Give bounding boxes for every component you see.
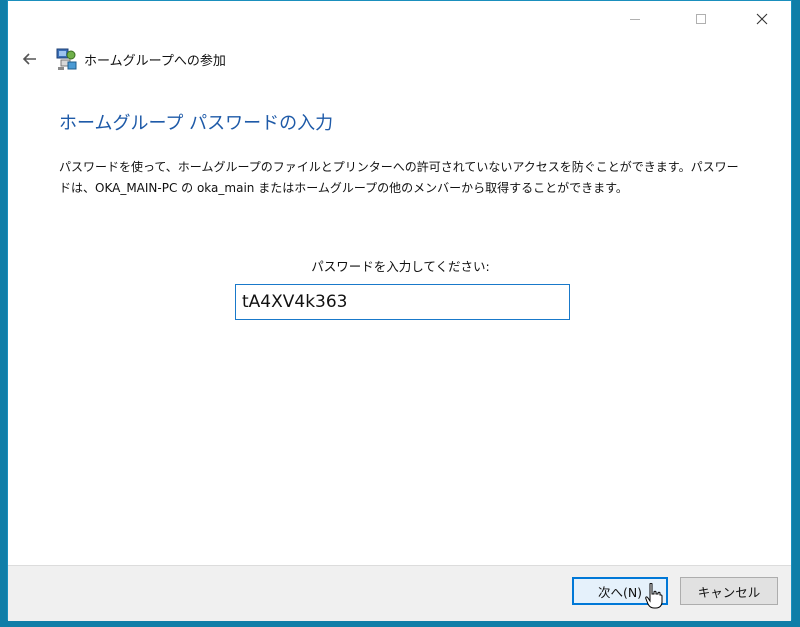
homegroup-join-window: ホームグループへの参加 ホームグループ パスワードの入力 パスワードを使って、ホ… bbox=[7, 0, 792, 621]
password-label: パスワードを入力してください: bbox=[311, 259, 490, 274]
minimize-button[interactable] bbox=[612, 1, 658, 37]
page-heading: ホームグループ パスワードの入力 bbox=[59, 113, 334, 134]
maximize-icon bbox=[696, 14, 706, 24]
description-text: パスワードを使って、ホームグループのファイルとプリンターへの許可されていないアク… bbox=[59, 157, 749, 199]
wizard-title: ホームグループへの参加 bbox=[84, 54, 226, 69]
close-button[interactable] bbox=[739, 1, 785, 37]
minimize-icon bbox=[630, 18, 640, 20]
title-bar bbox=[8, 1, 791, 37]
button-bar bbox=[8, 565, 791, 621]
description-line-2: ドは、OKA_MAIN-PC の oka_main またはホームグループの他のメ… bbox=[59, 181, 628, 195]
maximize-button[interactable] bbox=[678, 1, 724, 37]
wizard-header: ホームグループへの参加 bbox=[8, 41, 791, 77]
back-arrow-icon[interactable] bbox=[20, 49, 40, 69]
mouse-pointer-icon bbox=[645, 583, 663, 609]
cancel-button-label: キャンセル bbox=[697, 584, 761, 600]
homegroup-icon bbox=[56, 48, 77, 70]
next-button-label: 次へ(N) bbox=[597, 584, 643, 600]
cancel-button[interactable]: キャンセル bbox=[680, 577, 778, 605]
password-input[interactable] bbox=[235, 284, 570, 320]
close-icon bbox=[756, 13, 768, 25]
description-line-1: パスワードを使って、ホームグループのファイルとプリンターへの許可されていないアク… bbox=[59, 160, 739, 174]
